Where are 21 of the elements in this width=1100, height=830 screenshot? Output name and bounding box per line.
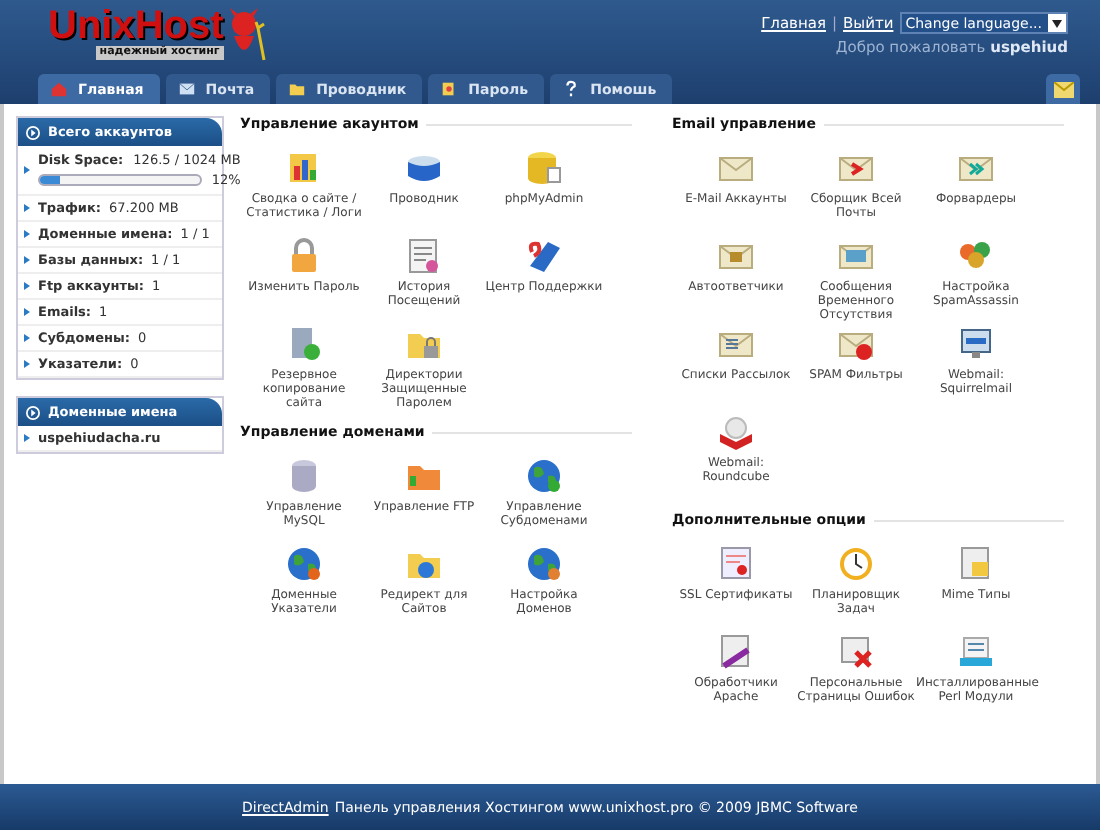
question-icon bbox=[562, 80, 581, 98]
error-page-icon bbox=[836, 632, 876, 672]
pen-document-icon bbox=[716, 632, 756, 672]
globe-icon bbox=[284, 544, 324, 584]
logo-text: UnixHost bbox=[48, 8, 224, 46]
caret-icon bbox=[1052, 19, 1062, 27]
mail-button[interactable] bbox=[1046, 74, 1080, 104]
drive-icon bbox=[956, 632, 996, 672]
envelope-icon bbox=[177, 80, 196, 98]
database-icon bbox=[524, 148, 564, 188]
globe-icon bbox=[524, 544, 564, 584]
folder-icon bbox=[288, 80, 307, 98]
home-icon bbox=[50, 80, 68, 98]
certificate-icon bbox=[716, 544, 756, 584]
arrow-circle-icon bbox=[26, 125, 40, 139]
monitor-icon bbox=[956, 324, 996, 364]
document-icon bbox=[404, 236, 444, 276]
arrow-circle-icon bbox=[26, 405, 40, 419]
globe-icon bbox=[524, 456, 564, 496]
clock-icon bbox=[836, 544, 876, 584]
envelope-icon bbox=[1053, 81, 1073, 97]
